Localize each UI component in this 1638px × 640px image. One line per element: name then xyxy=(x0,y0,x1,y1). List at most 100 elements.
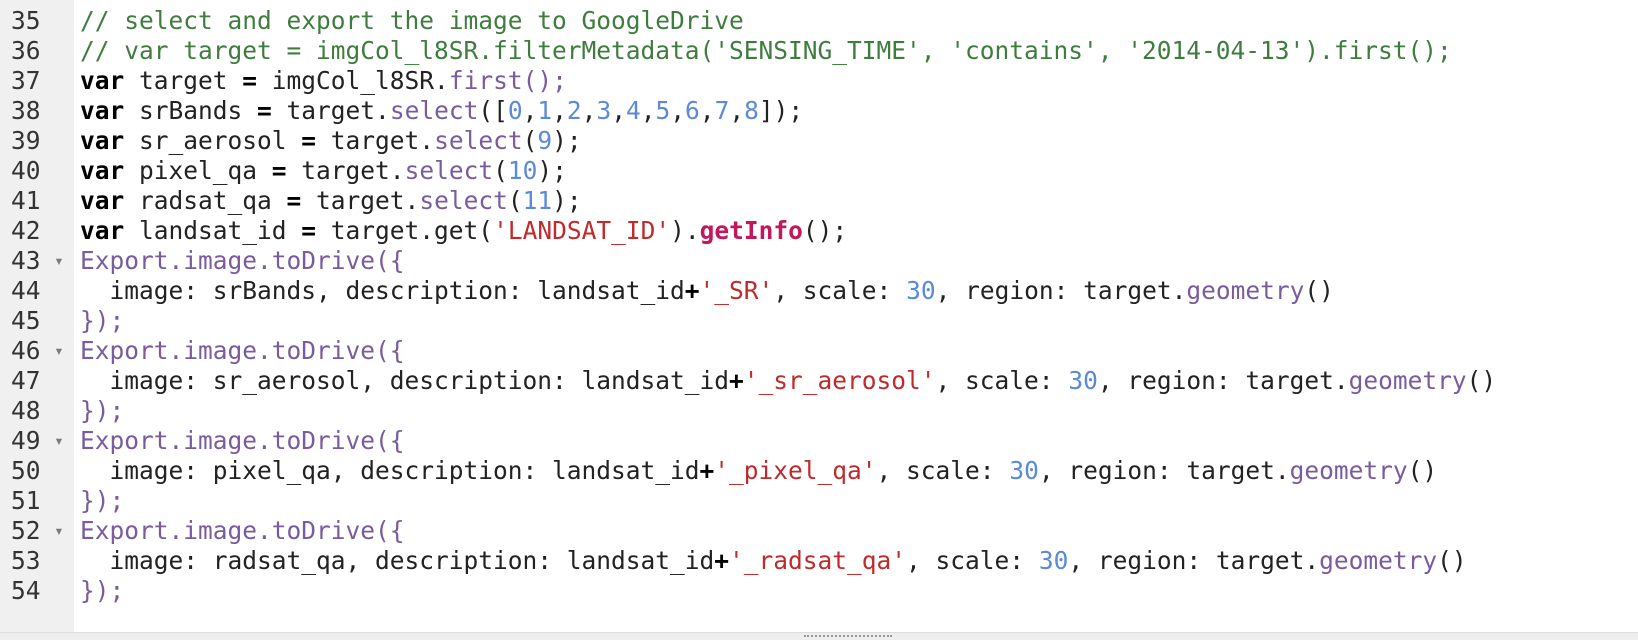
token-str: '_pixel_qa' xyxy=(714,456,877,485)
line-number: 46 xyxy=(11,336,41,365)
token-plain: image: srBands, description: landsat_id xyxy=(80,276,685,305)
fold-toggle-icon[interactable]: ▾ xyxy=(52,515,66,546)
token-plain: , region: target. xyxy=(935,276,1187,305)
token-kw: = xyxy=(257,96,272,125)
code-text: image: sr_aerosol, description: landsat_… xyxy=(80,365,1497,396)
token-plain: , scale: xyxy=(876,456,1010,485)
token-plain: ( xyxy=(493,156,508,185)
token-plain: image: radsat_qa, description: landsat_i… xyxy=(80,546,715,575)
token-plain: , scale: xyxy=(935,366,1069,395)
token-plain: , scale: xyxy=(906,546,1039,575)
token-method: geometry xyxy=(1319,546,1438,575)
code-line[interactable]: 43 ▾ Export.image.toDrive({ xyxy=(0,245,1638,276)
line-number: 35 xyxy=(11,6,41,35)
line-number: 39 xyxy=(11,126,41,155)
token-plain: , xyxy=(699,96,715,125)
code-text: }); xyxy=(80,485,124,516)
line-number: 38 xyxy=(11,96,41,125)
fold-toggle-icon[interactable]: ▾ xyxy=(52,245,66,276)
code-text: image: srBands, description: landsat_id+… xyxy=(80,275,1334,306)
code-line[interactable]: 51}); xyxy=(0,485,1638,516)
token-str: '_radsat_qa' xyxy=(729,546,907,575)
code-line[interactable]: 39 var sr_aerosol = target.select(9); xyxy=(0,125,1638,156)
code-line[interactable]: 40 var pixel_qa = target.select(10); xyxy=(0,155,1638,186)
token-num: 1 xyxy=(537,96,553,125)
token-plain: , xyxy=(522,96,538,125)
code-line[interactable]: 37 var target = imgCol_l8SR.first(); xyxy=(0,65,1638,96)
token-str: '_sr_aerosol' xyxy=(743,366,936,395)
code-line[interactable]: 46 ▾ Export.image.toDrive({ xyxy=(0,335,1638,366)
line-number: 45 xyxy=(11,306,41,335)
code-text: // select and export the image to Google… xyxy=(80,5,744,36)
token-plain: ( xyxy=(507,186,523,215)
code-line[interactable]: 42 var landsat_id = target.get('LANDSAT_I… xyxy=(0,215,1638,246)
token-plain: target. xyxy=(286,156,405,185)
token-num: 4 xyxy=(625,96,641,125)
fold-toggle-icon[interactable]: ▾ xyxy=(52,425,66,456)
code-editor[interactable]: 35 // select and export the image to Goog… xyxy=(0,0,1638,632)
code-line[interactable]: 41 var radsat_qa = target.select(11); xyxy=(0,185,1638,216)
token-plain: target.get( xyxy=(316,216,494,245)
token-kw: = xyxy=(286,186,302,215)
token-str: 'LANDSAT_ID' xyxy=(493,216,671,245)
token-plain: ( xyxy=(522,126,538,155)
token-plain: () xyxy=(1304,276,1334,305)
fold-toggle-icon[interactable]: ▾ xyxy=(52,335,66,366)
code-line[interactable]: 44 image: srBands, description: landsat_… xyxy=(0,275,1638,306)
token-kw: + xyxy=(714,546,730,575)
token-method: geometry xyxy=(1186,276,1305,305)
code-text: }); xyxy=(80,575,124,606)
token-plain: , scale: xyxy=(773,276,907,305)
token-plain: , xyxy=(611,96,626,125)
token-kw: = xyxy=(242,66,258,95)
line-number: 37 xyxy=(11,66,41,95)
token-kw: = xyxy=(301,216,317,245)
code-line[interactable]: 48}); xyxy=(0,395,1638,426)
line-number: 41 xyxy=(11,186,41,215)
token-method: Export.image.toDrive({ xyxy=(80,246,405,275)
token-num: 30 xyxy=(906,276,936,305)
code-line[interactable]: 54}); xyxy=(0,575,1638,606)
code-line[interactable]: 35 // select and export the image to Goog… xyxy=(0,5,1638,36)
token-kw: var xyxy=(80,126,125,155)
line-number: 44 xyxy=(11,276,41,305)
token-num: 30 xyxy=(1038,546,1069,575)
token-kw: var xyxy=(80,186,125,215)
token-plain: radsat_qa xyxy=(124,186,287,215)
token-plain: ([ xyxy=(478,96,508,125)
token-plain: , xyxy=(670,96,686,125)
token-num: 3 xyxy=(596,96,612,125)
code-text: var radsat_qa = target.select(11); xyxy=(80,185,582,216)
line-number: 52 xyxy=(11,516,41,545)
code-text: // var target = imgCol_l8SR.filterMetada… xyxy=(80,35,1452,66)
token-plain: target. xyxy=(301,186,420,215)
code-line[interactable]: 52 ▾ Export.image.toDrive({ xyxy=(0,515,1638,546)
code-line[interactable]: 36 // var target = imgCol_l8SR.filterMeta… xyxy=(0,35,1638,66)
token-plain: () xyxy=(1466,366,1497,395)
code-line[interactable]: 38 var srBands = target.select([0,1,2,3,4… xyxy=(0,95,1638,126)
token-num: 11 xyxy=(522,186,553,215)
token-plain: pixel_qa xyxy=(124,156,272,185)
code-line[interactable]: 45}); xyxy=(0,305,1638,336)
token-kw: var xyxy=(80,96,125,125)
code-line[interactable]: 49 ▾ Export.image.toDrive({ xyxy=(0,425,1638,456)
token-kw: = xyxy=(271,156,287,185)
code-text: var landsat_id = target.get('LANDSAT_ID'… xyxy=(80,215,847,246)
line-number: 51 xyxy=(11,486,41,515)
code-line[interactable]: 53 image: radsat_qa, description: landsa… xyxy=(0,545,1638,576)
token-num: 2 xyxy=(566,96,582,125)
code-text: image: pixel_qa, description: landsat_id… xyxy=(80,455,1438,486)
resize-handle[interactable] xyxy=(804,635,892,639)
token-plain: , xyxy=(581,96,597,125)
token-kw: var xyxy=(80,216,125,245)
token-num: 10 xyxy=(507,156,538,185)
line-number: 40 xyxy=(11,156,41,185)
line-number: 50 xyxy=(11,456,41,485)
code-line[interactable]: 47 image: sr_aerosol, description: lands… xyxy=(0,365,1638,396)
editor-bottom-bar xyxy=(0,632,1638,640)
code-line[interactable]: 50 image: pixel_qa, description: landsat… xyxy=(0,455,1638,486)
token-plain: ]); xyxy=(758,96,804,125)
code-text: Export.image.toDrive({ xyxy=(80,245,405,276)
code-text: var srBands = target.select([0,1,2,3,4,5… xyxy=(80,95,803,126)
token-plain: ); xyxy=(552,126,582,155)
